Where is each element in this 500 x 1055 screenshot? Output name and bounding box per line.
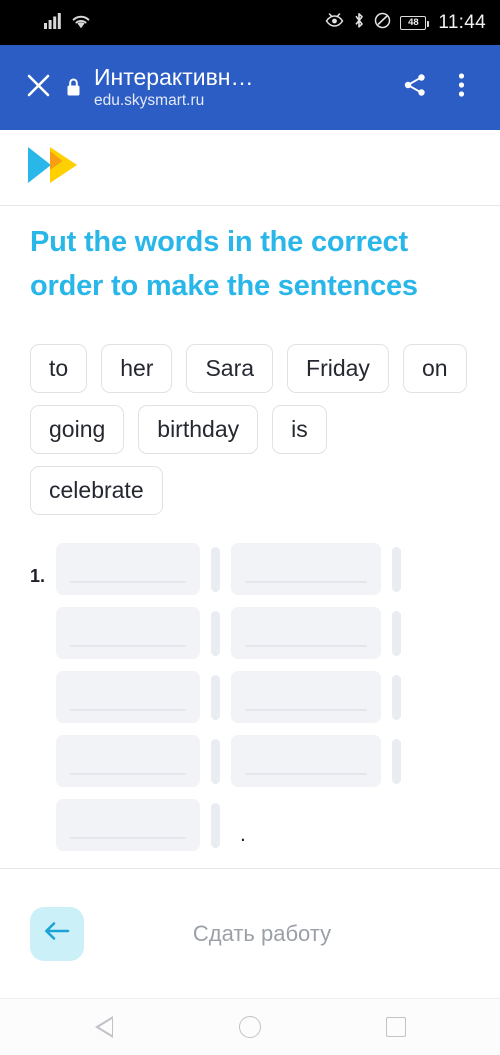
skysmart-logo — [26, 142, 82, 193]
android-home-button[interactable] — [230, 1007, 270, 1047]
close-icon — [25, 72, 52, 104]
bottom-action-bar: Сдать работу — [0, 868, 500, 998]
answer-row: . — [0, 799, 500, 851]
appbar-title-block: Интерактивн… edu.skysmart.ru — [94, 64, 392, 111]
site-header — [0, 130, 500, 205]
slot-separator — [392, 738, 401, 784]
slot-separator — [211, 546, 220, 592]
answer-slot[interactable] — [56, 799, 200, 851]
sentence-period: . — [240, 823, 246, 846]
answer-slot[interactable] — [56, 671, 200, 723]
status-bar: 48 11:44 — [0, 0, 500, 45]
answer-row: 1. — [0, 543, 500, 595]
status-bar-left — [44, 12, 91, 34]
android-nav-bar — [0, 998, 500, 1055]
answer-slot[interactable] — [231, 735, 381, 787]
task-title: Put the words in the correct order to ma… — [30, 226, 418, 302]
answer-area: 1. . — [0, 515, 500, 851]
page-title: Интерактивн… — [94, 64, 254, 90]
share-button[interactable] — [392, 65, 438, 111]
overflow-menu-button[interactable] — [438, 65, 484, 111]
word-chip[interactable]: on — [402, 344, 467, 393]
word-bank: to her Sara Friday on going birthday is … — [0, 308, 500, 515]
bluetooth-icon — [353, 12, 365, 34]
answer-slot[interactable] — [56, 607, 200, 659]
word-chip[interactable]: to — [30, 344, 88, 393]
word-chip[interactable]: Sara — [186, 344, 274, 393]
back-button[interactable] — [30, 906, 84, 961]
android-home-icon — [239, 1016, 261, 1038]
battery-icon: 48 — [400, 15, 430, 30]
android-recents-button[interactable] — [376, 1007, 416, 1047]
slot-separator — [392, 674, 401, 720]
android-back-icon — [95, 1016, 113, 1038]
webpage-content: Put the words in the correct order to ma… — [0, 130, 500, 868]
lock-icon — [60, 77, 86, 98]
answer-row — [0, 735, 500, 787]
slot-separator — [211, 738, 220, 784]
answer-slot[interactable] — [231, 607, 381, 659]
eye-off-icon — [325, 12, 344, 33]
signal-bars-icon — [44, 12, 63, 34]
answer-slot[interactable] — [231, 671, 381, 723]
status-bar-right: 48 11:44 — [325, 12, 486, 34]
slot-separator — [392, 546, 401, 592]
browser-app-bar: Интерактивн… edu.skysmart.ru — [0, 45, 500, 130]
word-chip[interactable]: Friday — [287, 344, 389, 393]
word-chip[interactable]: going — [30, 405, 125, 454]
wifi-icon — [71, 12, 91, 34]
slot-separator — [392, 610, 401, 656]
status-bar-clock: 11:44 — [438, 11, 486, 33]
answer-slot[interactable] — [231, 543, 381, 595]
arrow-left-icon — [42, 919, 72, 948]
answer-slot[interactable] — [56, 735, 200, 787]
battery-level: 48 — [408, 17, 419, 28]
close-button[interactable] — [16, 66, 60, 110]
slot-separator — [211, 674, 220, 720]
answer-number: 1. — [30, 565, 46, 586]
word-chip[interactable]: is — [272, 405, 327, 454]
answer-slot[interactable] — [56, 543, 200, 595]
answer-row — [0, 607, 500, 659]
word-chip[interactable]: celebrate — [30, 466, 163, 515]
android-back-button[interactable] — [84, 1007, 124, 1047]
share-icon — [402, 72, 428, 103]
slot-separator — [211, 610, 220, 656]
word-chip[interactable]: birthday — [138, 405, 259, 454]
do-not-disturb-icon — [374, 12, 391, 34]
android-recents-icon — [386, 1017, 406, 1037]
answer-row — [0, 671, 500, 723]
submit-work-button[interactable]: Сдать работу — [84, 921, 440, 947]
page-url: edu.skysmart.ru — [94, 92, 205, 109]
overflow-menu-icon — [458, 72, 465, 103]
slot-separator — [211, 802, 220, 848]
word-chip[interactable]: her — [101, 344, 173, 393]
